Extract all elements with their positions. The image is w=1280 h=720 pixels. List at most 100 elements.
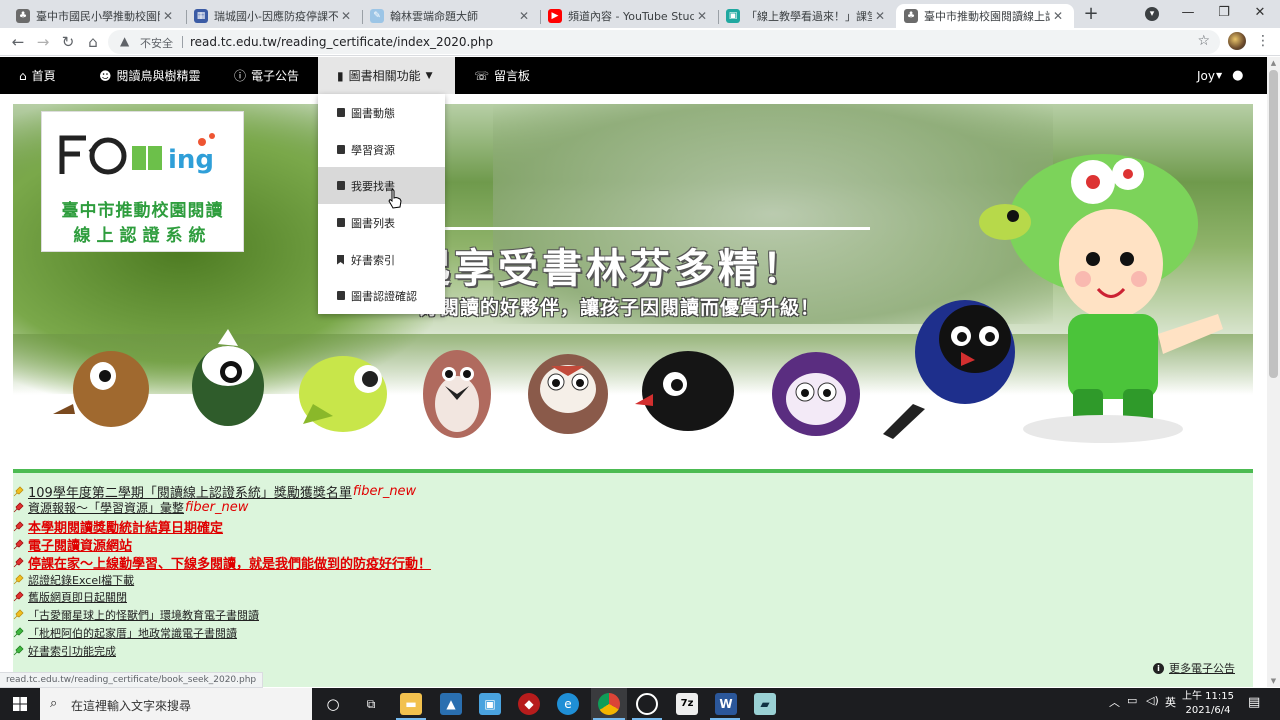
announcement-item[interactable]: 本學期閱讀獎勵統計結算日期確定 [12,517,223,536]
close-tab-icon[interactable]: ✕ [872,9,888,23]
task-view-icon[interactable]: ⧉ [360,693,382,715]
book-icon [337,218,345,227]
pin-icon [13,627,24,638]
taskbar-search[interactable]: ⌕ 在這裡輸入文字來搜尋 [40,688,312,720]
user-icon: ☻ [99,68,112,83]
announcement-item[interactable]: 「枇杷阿伯的起家厝」地政常識電子書閱讀 [12,625,237,641]
tab-6-active[interactable]: ♣ 臺中市推動校園閱讀線上認證 ✕ [896,4,1074,28]
dropdown-item-book-news[interactable]: 圖書動態 [318,94,445,131]
nav-book-functions[interactable]: ▮ 圖書相關功能 ▼ [318,57,455,94]
announcement-item[interactable]: 停課在家～上線勤學習、下線多閱讀，就是我們能做到的防疫好行動！ [12,553,431,572]
chrome-icon[interactable] [598,693,620,715]
book-icon [337,145,345,154]
close-tab-icon[interactable]: ✕ [694,9,710,23]
reload-icon[interactable]: ↻ [58,32,78,52]
menu-icon[interactable]: ⋮ [1256,33,1270,49]
close-tab-icon[interactable]: ✕ [160,9,176,23]
scrollbar-thumb[interactable] [1269,70,1278,378]
tab-strip: ♣ 臺中市國民小學推動校園閱讀 ✕ ▦ 瑞城國小-因應防疫停課不停學 ✕ ✎ 翰… [0,0,1280,28]
7zip-icon[interactable]: 7z [676,693,698,715]
comments-icon: ☏ [474,68,490,83]
banner-slogan: 起享受書林芬多精！ [410,246,806,292]
volume-icon[interactable]: ◁) [1146,694,1159,707]
info-icon: i [1153,662,1164,674]
bird-owl-icon [772,352,860,436]
scroll-down-icon[interactable]: ▼ [1269,677,1278,685]
announcement-item[interactable]: 「古愛爾星球上的怪獸們」環境教育電子書閱讀 [12,607,259,623]
nav-home[interactable]: ⌂ 首頁 [19,57,56,94]
tab-1[interactable]: ♣ 臺中市國民小學推動校園閱讀 ✕ [8,4,184,28]
nav-announcements[interactable]: ⓘ 電子公告 [234,57,299,94]
user-icon: ● [1232,68,1244,83]
store-icon[interactable]: ▣ [479,693,501,715]
ime-indicator[interactable]: 英 [1165,694,1176,710]
nav-message-board[interactable]: ☏ 留言板 [474,57,530,94]
pin-icon [13,538,24,549]
notification-icon[interactable]: ▤ [1248,695,1260,710]
home-icon: ⌂ [19,68,27,83]
file-explorer-icon[interactable]: ▬ [400,693,422,715]
edge-icon[interactable]: e [557,693,579,715]
announcement-item[interactable]: 資源報報～「學習資源」彙整 fiber_new [12,499,248,516]
dropdown-item-learning-resources[interactable]: 學習資源 [318,131,445,168]
announcement-item[interactable]: 好書索引功能完成 [12,643,116,659]
site-favicon-icon: ♣ [904,9,918,23]
site-logo[interactable]: ing 臺中市推動校園閱讀 線上認證系統 [41,111,244,252]
bird-bullfinch-icon [423,350,491,438]
tab-title: 「線上教學看過來！」課堂作 [746,10,872,23]
new-tab-button[interactable]: + [1080,5,1102,25]
home-icon[interactable]: ⌂ [83,32,103,52]
user-menu[interactable]: Joy ▼ ● [1197,57,1243,94]
app-red-icon[interactable]: ◆ [518,693,540,715]
dropdown-item-cert-confirm[interactable]: 圖書認證確認 [318,277,445,314]
app-icon[interactable]: ▰ [754,693,776,715]
pin-icon [13,556,24,567]
cortana-icon[interactable]: ○ [322,693,344,715]
taskbar-clock[interactable]: 上午 11:15 2021/6/4 [1180,690,1236,718]
site-favicon-icon: ▦ [194,9,208,23]
pin-icon [13,591,24,602]
tab-5[interactable]: ▣ 「線上教學看過來！」課堂作 ✕ [718,4,896,28]
pin-icon [13,574,24,585]
windows-start-icon[interactable] [13,697,27,711]
close-tab-icon[interactable]: ✕ [516,9,532,23]
network-icon[interactable]: ▭ [1127,694,1137,707]
tray-chevron-icon[interactable]: ︿ [1109,694,1120,710]
announcement-item[interactable]: 認證紀錄Excel檔下載 [12,572,134,588]
scroll-up-icon[interactable]: ▲ [1269,59,1278,67]
address-bar[interactable]: ▲ 不安全 read.tc.edu.tw/reading_certificate… [108,30,1220,54]
forward-icon[interactable]: → [33,32,53,52]
announcement-item[interactable]: 電子閱讀資源網站 [12,535,132,554]
profile-avatar[interactable] [1228,32,1246,50]
back-icon[interactable]: ← [8,32,28,52]
tab-2[interactable]: ▦ 瑞城國小-因應防疫停課不停學 ✕ [186,4,362,28]
minimize-button[interactable]: — [1170,0,1206,28]
close-tab-icon[interactable]: ✕ [338,9,354,23]
announcement-item[interactable]: 舊版網頁即日起關閉 [12,589,127,605]
more-announcements-link[interactable]: i 更多電子公告 [1153,660,1235,676]
close-tab-icon[interactable]: ✕ [1050,9,1066,23]
tab-title: 瑞城國小-因應防疫停課不停學 [214,10,338,23]
warning-icon[interactable]: ▲ [120,34,129,48]
photos-icon[interactable]: ▲ [440,693,462,715]
maximize-button[interactable]: ❐ [1206,0,1242,28]
url-text[interactable]: read.tc.edu.tw/reading_certificate/index… [190,35,493,49]
tab-3[interactable]: ✎ 翰林雲端命題大師 ✕ [362,4,540,28]
obs-icon[interactable] [636,693,658,715]
search-icon: ⌕ [50,696,58,711]
dropdown-item-book-list[interactable]: 圖書列表 [318,204,445,241]
book-icon [337,291,345,300]
tab-title: 臺中市國民小學推動校園閱讀 [36,10,160,23]
tab-title: 臺中市推動校園閱讀線上認證 [924,10,1050,23]
close-window-button[interactable]: ✕ [1242,0,1278,28]
word-icon[interactable]: W [715,693,737,715]
site-favicon-icon: ▣ [726,9,740,23]
pin-icon [13,520,24,531]
bookmark-star-icon[interactable]: ☆ [1197,33,1210,49]
dropdown-item-book-index[interactable]: 好書索引 [318,241,445,278]
tab-4[interactable]: ▶ 頻道內容 - YouTube Studio ✕ [540,4,718,28]
new-badge: fiber_new [352,484,417,499]
nav-reading-bird[interactable]: ☻ 閱讀鳥與樹精靈 [99,57,201,94]
tab-search-icon[interactable]: ▾ [1145,7,1159,21]
dropdown-item-find-book[interactable]: 我要找書 [318,167,445,204]
